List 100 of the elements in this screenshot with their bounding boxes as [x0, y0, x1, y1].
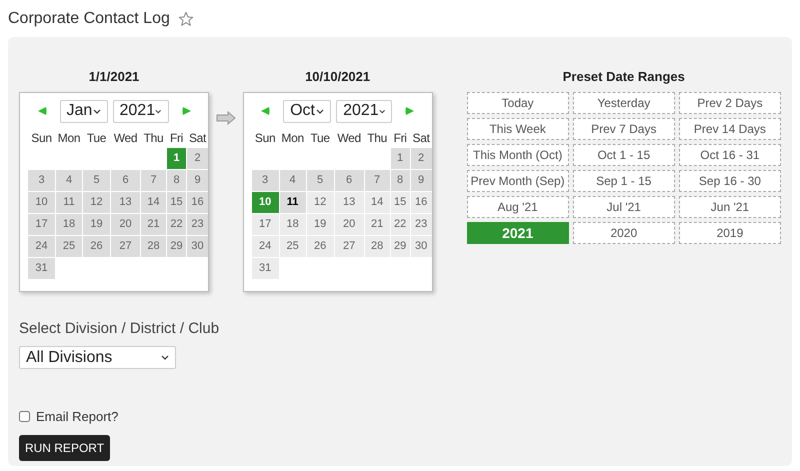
- preset-range-button[interactable]: This Week: [466, 118, 569, 140]
- calendar-day[interactable]: 4: [280, 170, 306, 190]
- calendar-day[interactable]: 11: [56, 192, 82, 212]
- calendar-day[interactable]: 24: [28, 236, 55, 256]
- calendar-day[interactable]: 3: [252, 170, 279, 190]
- calendar-day[interactable]: 17: [28, 214, 55, 234]
- weekday-label: Mon: [56, 130, 82, 146]
- star-icon[interactable]: [178, 10, 194, 26]
- calendar-day[interactable]: 21: [364, 214, 390, 234]
- preset-range-button[interactable]: 2019: [678, 222, 781, 244]
- calendar-day[interactable]: 2: [410, 148, 432, 168]
- calendar-day[interactable]: 1: [390, 148, 410, 168]
- run-report-button[interactable]: RUN REPORT: [19, 434, 110, 460]
- preset-range-button[interactable]: Jun '21: [678, 196, 781, 218]
- weekday-label: Fri: [168, 130, 184, 146]
- preset-range-button[interactable]: 2021: [466, 222, 569, 244]
- email-report-checkbox[interactable]: [19, 411, 30, 422]
- calendar-day[interactable]: 8: [167, 170, 186, 190]
- calendar-day[interactable]: 7: [141, 170, 166, 190]
- preset-range-button[interactable]: 2020: [572, 222, 675, 244]
- calendar-day[interactable]: 2: [187, 148, 208, 168]
- calendar-day[interactable]: 9: [187, 170, 208, 190]
- calendar-day[interactable]: 5: [83, 170, 110, 190]
- preset-range-button[interactable]: Oct 1 - 15: [572, 144, 675, 166]
- weekday-label: Fri: [392, 130, 408, 146]
- calendar-day[interactable]: 10: [252, 192, 279, 212]
- preset-range-button[interactable]: Prev 2 Days: [678, 92, 781, 114]
- previous-month-icon[interactable]: [260, 106, 270, 116]
- calendar-day[interactable]: 15: [167, 192, 186, 212]
- calendar-day[interactable]: 31: [252, 258, 279, 278]
- preset-range-button[interactable]: Aug '21: [466, 196, 569, 218]
- calendar-day[interactable]: 18: [56, 214, 82, 234]
- calendar-day[interactable]: 23: [410, 214, 432, 234]
- weekday-label: Wed: [336, 130, 362, 146]
- calendar-day[interactable]: 31: [28, 258, 55, 278]
- division-select[interactable]: All Divisions: [19, 346, 176, 369]
- calendar-day[interactable]: 30: [187, 236, 208, 256]
- calendar-day[interactable]: 21: [141, 214, 166, 234]
- weekday-label: Tue: [86, 130, 108, 146]
- calendar-day[interactable]: 4: [56, 170, 82, 190]
- preset-range-button[interactable]: Prev 14 Days: [678, 118, 781, 140]
- calendar-day[interactable]: 19: [83, 214, 110, 234]
- calendar-day[interactable]: 19: [306, 214, 334, 234]
- preset-range-button[interactable]: Oct 16 - 31: [678, 144, 781, 166]
- calendar-day[interactable]: 29: [390, 236, 410, 256]
- previous-month-icon[interactable]: [36, 106, 46, 116]
- next-month-icon[interactable]: [405, 106, 416, 116]
- calendar-day[interactable]: 6: [111, 170, 140, 190]
- calendar-day[interactable]: 14: [141, 192, 166, 212]
- calendar-day[interactable]: 20: [334, 214, 364, 234]
- calendar-day[interactable]: 17: [252, 214, 279, 234]
- weekday-label: Thu: [366, 130, 388, 146]
- calendar-day[interactable]: 22: [167, 214, 186, 234]
- calendar-day[interactable]: 30: [410, 236, 432, 256]
- next-month-icon[interactable]: [182, 106, 192, 116]
- calendar-day[interactable]: 26: [306, 236, 334, 256]
- calendar-day[interactable]: 11: [280, 192, 306, 212]
- month-select[interactable]: Oct: [283, 100, 332, 122]
- calendar-day[interactable]: 27: [111, 236, 140, 256]
- arrow-right-icon: [216, 111, 236, 125]
- calendar-day[interactable]: 16: [410, 192, 432, 212]
- calendar-day[interactable]: 24: [252, 236, 279, 256]
- calendar-day[interactable]: 20: [111, 214, 140, 234]
- calendar-day[interactable]: 13: [111, 192, 140, 212]
- calendar-day[interactable]: 15: [390, 192, 410, 212]
- preset-range-button[interactable]: Prev 7 Days: [572, 118, 675, 140]
- preset-range-button[interactable]: This Month (Oct): [466, 144, 569, 166]
- calendar-day[interactable]: 27: [334, 236, 364, 256]
- calendar-day[interactable]: 29: [167, 236, 186, 256]
- preset-range-button[interactable]: Today: [466, 92, 569, 114]
- calendar-day[interactable]: 18: [280, 214, 306, 234]
- year-select[interactable]: 2021: [112, 100, 168, 122]
- calendar-day[interactable]: 12: [306, 192, 334, 212]
- calendar-day[interactable]: 5: [306, 170, 334, 190]
- calendar-day[interactable]: 28: [141, 236, 166, 256]
- calendar-day[interactable]: 3: [28, 170, 55, 190]
- year-select[interactable]: 2021: [336, 100, 392, 122]
- preset-range-button[interactable]: Sep 16 - 30: [678, 170, 781, 192]
- month-select[interactable]: Jan: [60, 100, 108, 122]
- calendar-day[interactable]: 1: [167, 148, 186, 168]
- preset-range-button[interactable]: Yesterday: [572, 92, 675, 114]
- calendar-day[interactable]: 14: [364, 192, 390, 212]
- weekday-label: Sun: [30, 130, 53, 146]
- calendar-day[interactable]: 12: [83, 192, 110, 212]
- calendar-day[interactable]: 28: [364, 236, 390, 256]
- preset-range-button[interactable]: Prev Month (Sep): [466, 170, 569, 192]
- calendar-day[interactable]: 6: [334, 170, 364, 190]
- calendar-day[interactable]: 16: [187, 192, 208, 212]
- calendar-day[interactable]: 25: [56, 236, 82, 256]
- calendar-day[interactable]: 25: [280, 236, 306, 256]
- calendar-day[interactable]: 8: [390, 170, 410, 190]
- preset-range-button[interactable]: Sep 1 - 15: [572, 170, 675, 192]
- preset-range-button[interactable]: Jul '21: [572, 196, 675, 218]
- calendar-day[interactable]: 13: [334, 192, 364, 212]
- calendar-day[interactable]: 26: [83, 236, 110, 256]
- calendar-day[interactable]: 9: [410, 170, 432, 190]
- calendar-day[interactable]: 23: [187, 214, 208, 234]
- calendar-day[interactable]: 22: [390, 214, 410, 234]
- calendar-day[interactable]: 10: [28, 192, 55, 212]
- calendar-day[interactable]: 7: [364, 170, 390, 190]
